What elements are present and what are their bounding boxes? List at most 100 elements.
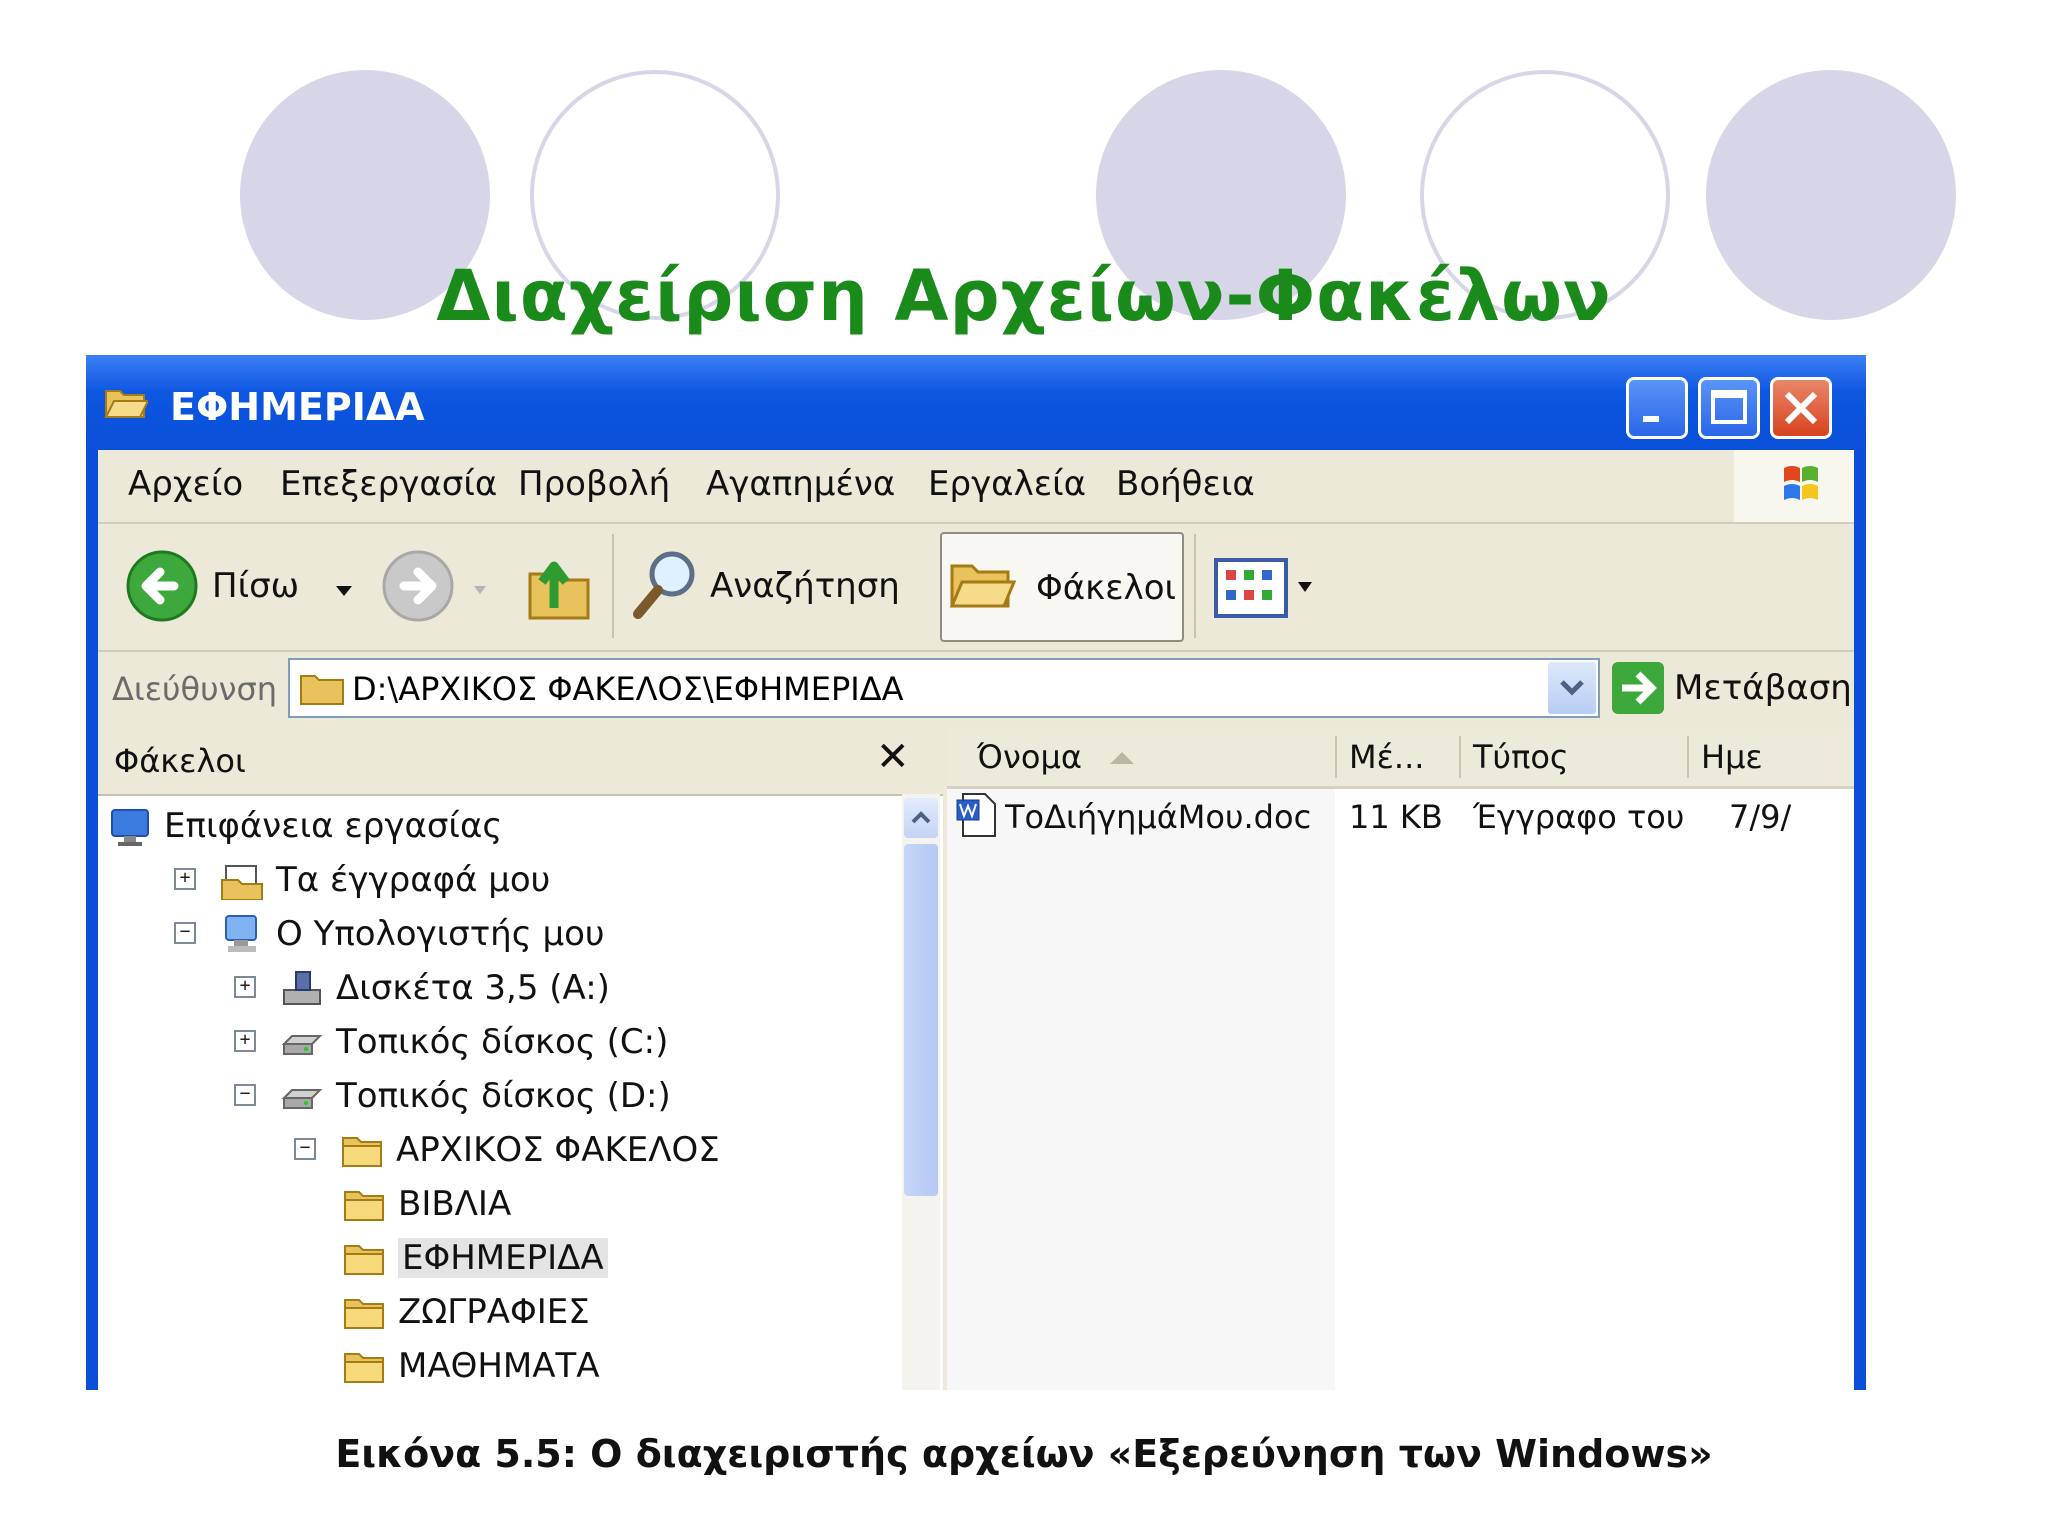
menu-view[interactable]: Προβολή [518, 464, 670, 504]
tree-item[interactable]: ΜΑΘΗΜΑΤΑ [98, 1342, 898, 1390]
hard-drive-icon [281, 1035, 323, 1055]
search-icon [633, 551, 695, 619]
sort-ascending-icon [1110, 752, 1134, 764]
windows-flag-icon [1784, 466, 1818, 500]
close-pane-icon[interactable]: ✕ [876, 734, 910, 780]
expand-icon[interactable]: + [174, 868, 196, 890]
column-name-label: Όνομα [977, 738, 1082, 776]
tree-item[interactable]: ΕΦΗΜΕΡΙΔΑ [98, 1234, 898, 1284]
forward-dropdown-icon [474, 586, 486, 594]
search-button[interactable]: Αναζήτηση [628, 544, 928, 630]
menu-favorites[interactable]: Αγαπημένα [706, 464, 895, 504]
explorer-window: ΕΦΗΜΕΡΙΔΑ Αρχείο Επεξεργασία Προβολή Αγα… [86, 355, 1866, 1390]
minimize-icon [1643, 416, 1659, 422]
folder-icon [344, 1299, 384, 1329]
folders-icon [949, 564, 1017, 608]
toolbar-separator [1194, 534, 1196, 638]
folders-toggle-button[interactable]: Φάκελοι [940, 532, 1184, 642]
search-label: Αναζήτηση [710, 566, 900, 606]
back-label: Πίσω [212, 566, 300, 606]
toolbar: Πίσω Αναζήτηση Φάκελοι [98, 524, 1854, 652]
vertical-scrollbar[interactable] [902, 794, 940, 1390]
menu-tools[interactable]: Εργαλεία [928, 464, 1086, 504]
tree-item[interactable]: ΖΩΓΡΑΦΙΕΣ [98, 1288, 898, 1338]
tree-item-label: Ο Υπολογιστής μου [276, 914, 605, 954]
column-divider[interactable] [1335, 736, 1337, 778]
menu-edit[interactable]: Επεξεργασία [280, 464, 497, 504]
tree-item[interactable]: + Τα έγγραφά μου [98, 856, 898, 906]
menu-file[interactable]: Αρχείο [128, 464, 243, 504]
sorted-column-shading [947, 786, 1335, 1390]
tree-item-label: Επιφάνεια εργασίας [164, 806, 503, 846]
collapse-icon[interactable]: − [294, 1138, 316, 1160]
file-row[interactable]: ΤοΔιήγημάΜου.doc 11 KB Έγγραφο του ... 7… [947, 788, 1854, 844]
column-header-size[interactable]: Μέ... [1349, 728, 1459, 786]
collapse-icon[interactable]: − [174, 922, 196, 944]
forward-arrow-icon[interactable] [378, 546, 458, 626]
slide-title: Διαχείριση Αρχείων-Φακέλων [436, 255, 1612, 337]
tree-item[interactable]: − Ο Υπολογιστής μου [98, 910, 898, 960]
expand-icon[interactable]: + [234, 1030, 256, 1052]
figure-caption: Εικόνα 5.5: Ο διαχειριστής αρχείων «Εξερ… [335, 1432, 1713, 1476]
column-header-date[interactable]: Ημε [1701, 728, 1854, 786]
tree-item-label: Τα έγγραφά μου [276, 860, 551, 900]
file-type: Έγγραφο του ... [1473, 798, 1683, 836]
tree-item-label: ΑΡΧΙΚΟΣ ΦΑΚΕΛΟΣ [396, 1130, 720, 1170]
up-folder-icon[interactable] [524, 544, 594, 624]
my-documents-icon [221, 865, 263, 900]
tree-item-label: ΕΦΗΜΕΡΙΔΑ [398, 1238, 608, 1278]
maximize-icon [1711, 390, 1747, 424]
folders-pane: Φάκελοι ✕ Επιφάνεια εργασίας + Τα έγγραφά … [98, 728, 943, 1390]
file-list-pane: Όνομα Μέ... Τύπος Ημε ΤοΔιήγημάΜου.doc 1… [947, 728, 1854, 1390]
word-document-icon [956, 793, 996, 837]
scroll-thumb[interactable] [904, 844, 938, 1196]
close-icon [1784, 391, 1818, 425]
folders-label: Φάκελοι [1036, 568, 1177, 608]
folder-icon [342, 1137, 382, 1167]
windows-logo [1734, 450, 1854, 522]
tree-item[interactable]: ΒΙΒΛΙΑ [98, 1180, 898, 1230]
back-button[interactable]: Πίσω [114, 544, 324, 630]
back-arrow-icon [126, 550, 198, 622]
column-header-name[interactable]: Όνομα [977, 728, 1335, 786]
column-divider[interactable] [1459, 736, 1461, 778]
floppy-drive-icon [283, 971, 321, 1005]
views-icon[interactable] [1212, 554, 1322, 624]
tree-item[interactable]: + Δισκέτα 3,5 (A:) [98, 964, 898, 1014]
column-divider[interactable] [1687, 736, 1689, 778]
file-name: ΤοΔιήγημάΜου.doc [1005, 798, 1312, 836]
tree-item[interactable]: − ΑΡΧΙΚΟΣ ΦΑΚΕΛΟΣ [98, 1126, 898, 1176]
scroll-up-button[interactable] [904, 798, 938, 838]
tree-item-label: Τοπικός δίσκος (D:) [336, 1076, 671, 1116]
column-header-type[interactable]: Τύπος [1473, 728, 1673, 786]
tree-item-label: ΒΙΒΛΙΑ [398, 1184, 512, 1224]
hard-drive-icon [281, 1089, 323, 1109]
tree-item[interactable]: + Τοπικός δίσκος (C:) [98, 1018, 898, 1068]
address-path: D:\ΑΡΧΙΚΟΣ ΦΑΚΕΛΟΣ\ΕΦΗΜΕΡΙΔΑ [352, 670, 904, 708]
tree-item[interactable]: Επιφάνεια εργασίας [98, 802, 898, 852]
chevron-down-icon [1560, 680, 1584, 696]
folder-icon [344, 1191, 384, 1221]
window-client: Αρχείο Επεξεργασία Προβολή Αγαπημένα Εργ… [98, 450, 1854, 1390]
go-label: Μετάβαση [1674, 668, 1852, 708]
tree-item-label: Τοπικός δίσκος (C:) [336, 1022, 669, 1062]
folder-icon [344, 1245, 384, 1275]
minimize-button[interactable] [1626, 377, 1688, 439]
back-dropdown-icon[interactable] [332, 580, 356, 600]
expand-icon[interactable]: + [234, 976, 256, 998]
tree-item-label: Δισκέτα 3,5 (A:) [336, 968, 610, 1008]
title-bar[interactable]: ΕΦΗΜΕΡΙΔΑ [86, 355, 1866, 450]
close-button[interactable] [1770, 377, 1832, 439]
collapse-icon[interactable]: − [234, 1084, 256, 1106]
menu-help[interactable]: Βοήθεια [1116, 464, 1255, 504]
maximize-button[interactable] [1698, 377, 1760, 439]
address-input[interactable]: D:\ΑΡΧΙΚΟΣ ΦΑΚΕΛΟΣ\ΕΦΗΜΕΡΙΔΑ [288, 658, 1600, 718]
address-label: Διεύθυνση [112, 670, 278, 708]
folders-pane-title: Φάκελοι [114, 742, 246, 780]
tree-item-label: ΖΩΓΡΑΦΙΕΣ [398, 1292, 590, 1332]
tree-item[interactable]: − Τοπικός δίσκος (D:) [98, 1072, 898, 1122]
tree-item-label: ΜΑΘΗΜΑΤΑ [398, 1346, 600, 1386]
desktop-icon [111, 809, 149, 846]
address-dropdown-button[interactable] [1548, 662, 1596, 714]
toolbar-separator [612, 534, 614, 638]
